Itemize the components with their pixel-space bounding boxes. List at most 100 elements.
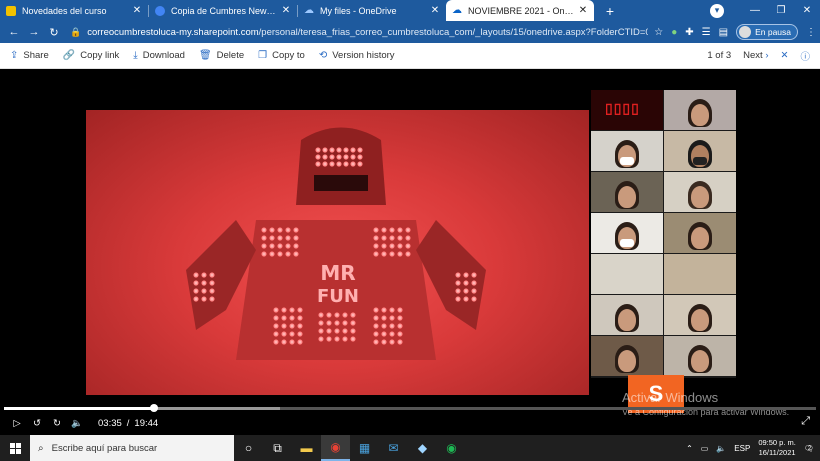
led-dot: [381, 339, 387, 345]
seek-handle[interactable]: [150, 404, 159, 412]
tab-cumbres-news[interactable]: Copia de Cumbres News CIST o... ✕: [149, 0, 297, 21]
lock-icon[interactable]: 🔒: [70, 27, 81, 38]
volume-icon[interactable]: 🔈: [68, 418, 86, 429]
close-icon[interactable]: ✕: [430, 5, 440, 16]
network-icon[interactable]: ▭: [701, 444, 709, 453]
taskbar-search[interactable]: ⌕ Escribe aquí para buscar: [30, 435, 234, 461]
file-explorer-icon[interactable]: ▬: [292, 435, 321, 461]
led-dot: [293, 243, 299, 249]
led-dot: [471, 280, 477, 286]
chrome-icon[interactable]: ◉: [321, 435, 350, 461]
led-robot-image: MR FUN: [186, 127, 486, 360]
led-dot: [289, 307, 295, 313]
share-button[interactable]: ⇪ Share: [10, 50, 49, 61]
version-history-button[interactable]: ⟲ Version history: [319, 50, 395, 61]
led-dot: [336, 161, 342, 167]
chevron-up-icon[interactable]: ⌃: [686, 444, 693, 453]
copy-link-button[interactable]: 🔗 Copy link: [63, 50, 120, 61]
participant-tile: [664, 90, 736, 130]
led-dot: [277, 251, 283, 257]
led-dot: [261, 251, 267, 257]
video-frame[interactable]: MR FUN: [86, 110, 589, 395]
sticky-notes-icon[interactable]: ◆: [408, 435, 437, 461]
tab-novedades[interactable]: Novedades del curso ✕: [0, 0, 148, 21]
led-dot: [318, 336, 324, 342]
led-dot: [322, 161, 328, 167]
led-dot: [405, 243, 411, 249]
info-icon[interactable]: ⓘ: [800, 49, 810, 63]
profile-menu-icon[interactable]: ▾: [710, 3, 724, 18]
spotify-icon[interactable]: ◉: [437, 435, 466, 461]
extension-icon[interactable]: ●: [671, 27, 677, 38]
onedrive-icon: ☁: [304, 4, 314, 16]
led-dot: [463, 288, 469, 294]
participant-tile: ▯▯▯▯: [591, 90, 663, 130]
next-button[interactable]: Next ›: [743, 50, 768, 61]
tab-label: My files - OneDrive: [320, 5, 397, 16]
close-window-icon[interactable]: ✕: [794, 5, 820, 16]
pager: 1 of 3 Next › ✕ ⓘ: [707, 49, 810, 63]
led-dot: [334, 320, 340, 326]
new-tab-button[interactable]: +: [600, 1, 620, 21]
participant-tile: [591, 295, 663, 335]
calendar-icon[interactable]: ▦: [350, 435, 379, 461]
svg-text:MR: MR: [320, 261, 355, 285]
more-menu-icon[interactable]: ⋮: [806, 27, 816, 38]
task-view-icon[interactable]: ⧉: [263, 435, 292, 461]
cortana-icon[interactable]: ○: [234, 435, 263, 461]
profile-paused-button[interactable]: En pausa: [736, 24, 798, 40]
play-icon[interactable]: ▷: [8, 418, 26, 429]
led-dot: [373, 323, 379, 329]
led-dot: [389, 243, 395, 249]
history-icon: ⟲: [318, 50, 328, 61]
back-icon[interactable]: ←: [4, 26, 24, 38]
browser-tab-bar: Novedades del curso ✕ Copia de Cumbres N…: [0, 0, 820, 21]
mail-icon[interactable]: ✉: [379, 435, 408, 461]
clock[interactable]: 09:50 p. m. 16/11/2021: [758, 438, 796, 458]
windows-taskbar: ⌕ Escribe aquí para buscar ○ ⧉ ▬ ◉ ▦ ✉ ◆…: [0, 435, 820, 461]
bookmark-star-icon[interactable]: ☆: [654, 27, 663, 38]
maximize-icon[interactable]: ❐: [768, 5, 794, 16]
forward-icon[interactable]: →: [24, 26, 44, 38]
led-dot: [342, 312, 348, 318]
fullscreen-icon[interactable]: ⤢: [801, 415, 810, 428]
close-icon[interactable]: ✕: [578, 5, 588, 16]
reload-icon[interactable]: ↻: [44, 26, 64, 39]
led-dot: [269, 251, 275, 257]
delete-button[interactable]: 🗑 Delete: [199, 50, 244, 61]
led-dot: [209, 272, 215, 278]
close-viewer-icon[interactable]: ✕: [781, 50, 789, 61]
minimize-icon[interactable]: —: [742, 5, 768, 16]
speaker-icon[interactable]: 🔈: [716, 444, 726, 453]
tab-noviembre[interactable]: ☁ NOVIEMBRE 2021 - OneDrive ✕: [446, 0, 594, 21]
language-indicator[interactable]: ESP: [734, 444, 750, 453]
rewind-10-icon[interactable]: ↺: [28, 418, 46, 429]
led-dot: [285, 235, 291, 241]
url-field[interactable]: 🔒 correocumbrestoluca-my.sharepoint.com /…: [70, 23, 648, 41]
led-dot: [389, 235, 395, 241]
video-viewer[interactable]: MR FUN ▯▯▯▯ S Activar Windows Ve a Confi…: [0, 70, 820, 435]
reading-list-icon[interactable]: ☰: [702, 27, 711, 38]
copy-to-button[interactable]: ❐ Copy to: [258, 50, 305, 61]
windows-logo-icon: [9, 442, 21, 454]
close-icon[interactable]: ✕: [281, 5, 291, 16]
led-dot: [350, 320, 356, 326]
participant-tile: [591, 336, 663, 376]
chevron-right-icon: ›: [765, 50, 769, 61]
copy-to-label: Copy to: [272, 50, 305, 61]
window-controls: ▾ — ❐ ✕: [710, 0, 820, 21]
onedrive-icon: ☁: [452, 4, 462, 16]
windows-activation-watermark: Activar Windows Ve a Configuración para …: [622, 390, 789, 417]
forward-10-icon[interactable]: ↻: [48, 418, 66, 429]
video-progress-bar[interactable]: [4, 404, 816, 412]
puzzle-icon[interactable]: ✚: [685, 27, 693, 38]
start-button[interactable]: [0, 435, 30, 461]
collections-icon[interactable]: ▤: [719, 27, 728, 38]
led-dot: [281, 331, 287, 337]
download-button[interactable]: ⤓ Download: [133, 50, 185, 61]
close-icon[interactable]: ✕: [132, 5, 142, 16]
led-dot: [277, 243, 283, 249]
tab-my-files[interactable]: ☁ My files - OneDrive ✕: [298, 0, 446, 21]
notifications-icon[interactable]: 🗨 2: [804, 444, 814, 453]
led-dot: [273, 315, 279, 321]
